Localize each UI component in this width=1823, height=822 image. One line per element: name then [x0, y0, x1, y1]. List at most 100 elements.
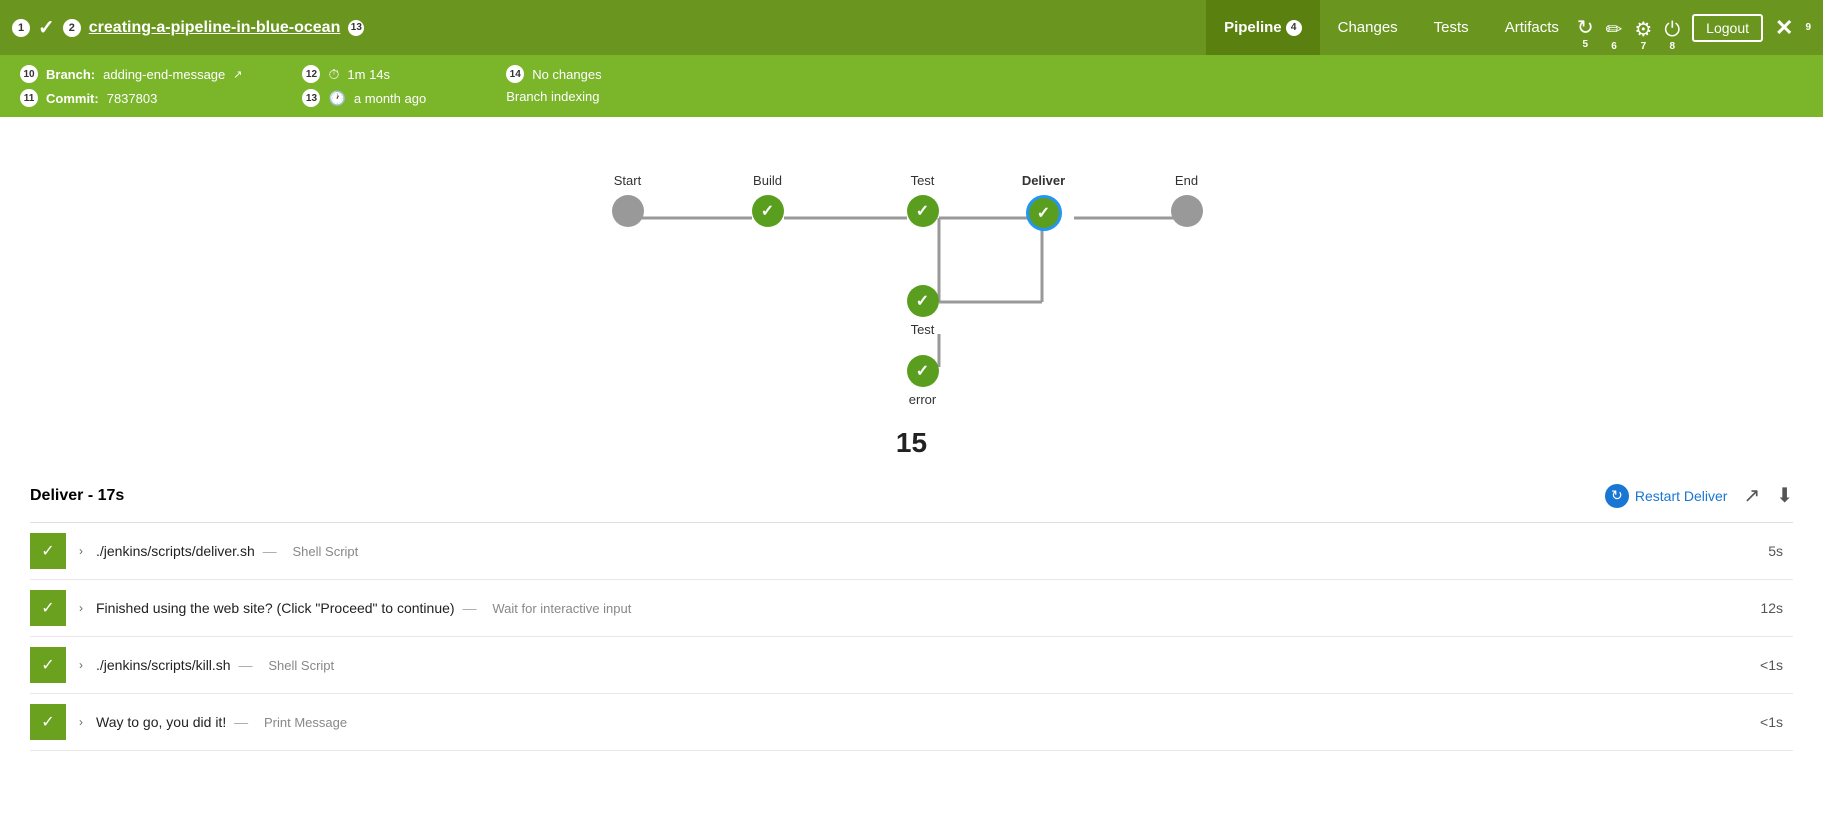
time-icon: 🕐	[328, 90, 345, 107]
info-col-right: 14 No changes Branch indexing	[506, 65, 601, 104]
steps-header: Deliver - 17s ↻ Restart Deliver ↗ ⬇	[30, 469, 1793, 523]
stage-sub-test[interactable]: ✓ Test	[907, 285, 939, 317]
step-row[interactable]: ✓ › ./jenkins/scripts/deliver.sh — Shell…	[30, 523, 1793, 580]
commit-label: Commit:	[46, 91, 99, 106]
close-button[interactable]: ✕	[1775, 15, 1793, 41]
steps-actions: ↻ Restart Deliver ↗ ⬇	[1605, 483, 1793, 508]
stage-test-label: Test	[911, 173, 935, 188]
refresh-button[interactable]: ↻ 5	[1577, 18, 1594, 38]
step-name-2: ./jenkins/scripts/kill.sh	[96, 657, 231, 673]
step-type-2: Shell Script	[268, 658, 334, 673]
branch-label: Branch:	[46, 67, 95, 82]
step-duration-3: <1s	[1760, 714, 1793, 730]
step-status-1: ✓	[30, 590, 66, 626]
step-expand-0[interactable]: ›	[66, 533, 96, 569]
stage-start-label: Start	[614, 173, 641, 188]
step-separator-2: —	[235, 657, 257, 673]
time-value: a month ago	[354, 91, 426, 106]
step-duration-2: <1s	[1760, 657, 1793, 673]
stage-test[interactable]: Test ✓	[907, 195, 939, 227]
restart-icon: ↻	[1605, 484, 1629, 508]
step-row[interactable]: ✓ › ./jenkins/scripts/kill.sh — Shell Sc…	[30, 637, 1793, 694]
step-separator-3: —	[230, 714, 252, 730]
step-content-1: Finished using the web site? (Click "Pro…	[96, 600, 1760, 616]
stage-build[interactable]: Build ✓	[752, 195, 784, 227]
stage-deliver[interactable]: Deliver ✓	[1026, 195, 1062, 231]
step-duration-0: 5s	[1768, 543, 1793, 559]
logout-button[interactable]: Logout	[1692, 14, 1763, 42]
stage-sub-test-label: Test	[911, 322, 935, 337]
step-row[interactable]: ✓ › Way to go, you did it! — Print Messa…	[30, 694, 1793, 751]
commit-value: 7837803	[107, 91, 158, 106]
tab-changes[interactable]: Changes	[1320, 0, 1416, 55]
step-type-1: Wait for interactive input	[492, 601, 631, 616]
stage-sub-error[interactable]: ✓ error	[907, 355, 939, 387]
top-nav: 1 ✓ 2 creating-a-pipeline-in-blue-ocean …	[0, 0, 1823, 55]
duration-row: 12 ⏱ 1m 14s	[302, 65, 426, 83]
restart-deliver-button[interactable]: ↻ Restart Deliver	[1605, 484, 1728, 508]
time-row: 13 🕐 a month ago	[302, 89, 426, 107]
steps-list: ✓ › ./jenkins/scripts/deliver.sh — Shell…	[30, 523, 1793, 751]
step-type-3: Print Message	[264, 715, 347, 730]
no-changes-row: 14 No changes	[506, 65, 601, 83]
info-col-mid: 12 ⏱ 1m 14s 13 🕐 a month ago	[302, 65, 426, 107]
stage-test-circle: ✓	[907, 195, 939, 227]
no-changes-text: No changes	[532, 67, 601, 82]
tab-tests[interactable]: Tests	[1416, 0, 1487, 55]
tab-artifacts[interactable]: Artifacts	[1487, 0, 1577, 55]
nav-right: ↻ 5 ✏ 6 ⚙ 7 ⏻ 8 Logout ✕ 9	[1577, 14, 1811, 42]
steps-title: Deliver - 17s	[30, 487, 124, 505]
download-icon[interactable]: ⬇	[1776, 483, 1793, 508]
step-status-3: ✓	[30, 704, 66, 740]
edit-button[interactable]: ✏ 6	[1606, 20, 1623, 40]
branch-row: 10 Branch: adding-end-message ↗	[20, 65, 242, 83]
restart-label: Restart Deliver	[1635, 488, 1728, 504]
step-status-0: ✓	[30, 533, 66, 569]
step-expand-2[interactable]: ›	[66, 647, 96, 683]
open-external-icon[interactable]: ↗	[1743, 483, 1760, 508]
stage-sub-error-label: error	[909, 392, 936, 407]
pipeline-title[interactable]: creating-a-pipeline-in-blue-ocean	[89, 19, 341, 37]
badge-13-time: 13	[302, 89, 320, 107]
step-separator-1: —	[459, 600, 481, 616]
step-status-2: ✓	[30, 647, 66, 683]
stage-end-label: End	[1175, 173, 1198, 188]
tab-badge-pipeline: 4	[1286, 20, 1302, 36]
badge-13: 13	[348, 20, 364, 36]
stage-end-circle	[1171, 195, 1203, 227]
refresh-icon: ↻	[1577, 18, 1594, 38]
badge-10: 10	[20, 65, 38, 83]
badge-14: 14	[506, 65, 524, 83]
step-separator-0: —	[259, 543, 281, 559]
step-name-1: Finished using the web site? (Click "Pro…	[96, 600, 455, 616]
exit-icon: ⏻	[1664, 20, 1680, 40]
stage-sub-test-circle: ✓	[907, 285, 939, 317]
info-col-left: 10 Branch: adding-end-message ↗ 11 Commi…	[20, 65, 242, 107]
step-row[interactable]: ✓ › Finished using the web site? (Click …	[30, 580, 1793, 637]
commit-row: 11 Commit: 7837803	[20, 89, 242, 107]
pipeline-area: Start Build ✓ Test ✓ Deliver ✓ End	[0, 117, 1823, 407]
step-content-0: ./jenkins/scripts/deliver.sh — Shell Scr…	[96, 543, 1768, 559]
steps-panel: Deliver - 17s ↻ Restart Deliver ↗ ⬇ ✓ › …	[0, 469, 1823, 781]
settings-button[interactable]: ⚙ 7	[1634, 20, 1652, 40]
badge-11: 11	[20, 89, 38, 107]
stage-end[interactable]: End	[1171, 195, 1203, 227]
step-type-0: Shell Script	[293, 544, 359, 559]
step-expand-1[interactable]: ›	[66, 590, 96, 626]
duration-icon: ⏱	[328, 66, 339, 83]
nav-tabs: Pipeline 4 Changes Tests Artifacts	[1206, 0, 1577, 55]
stage-build-label: Build	[753, 173, 782, 188]
step-name-0: ./jenkins/scripts/deliver.sh	[96, 543, 255, 559]
exit-button[interactable]: ⏻ 8	[1664, 20, 1680, 40]
external-link-icon[interactable]: ↗	[233, 68, 242, 81]
stage-deliver-label: Deliver	[1022, 173, 1065, 188]
tab-pipeline[interactable]: Pipeline 4	[1206, 0, 1320, 55]
branch-indexing-text: Branch indexing	[506, 89, 599, 104]
badge-12: 12	[302, 65, 320, 83]
stage-start[interactable]: Start	[612, 195, 644, 227]
badge-1: 1	[12, 19, 30, 37]
step-expand-3[interactable]: ›	[66, 704, 96, 740]
step-name-3: Way to go, you did it!	[96, 714, 226, 730]
duration-value: 1m 14s	[347, 67, 390, 82]
stage-deliver-circle: ✓	[1026, 195, 1062, 231]
